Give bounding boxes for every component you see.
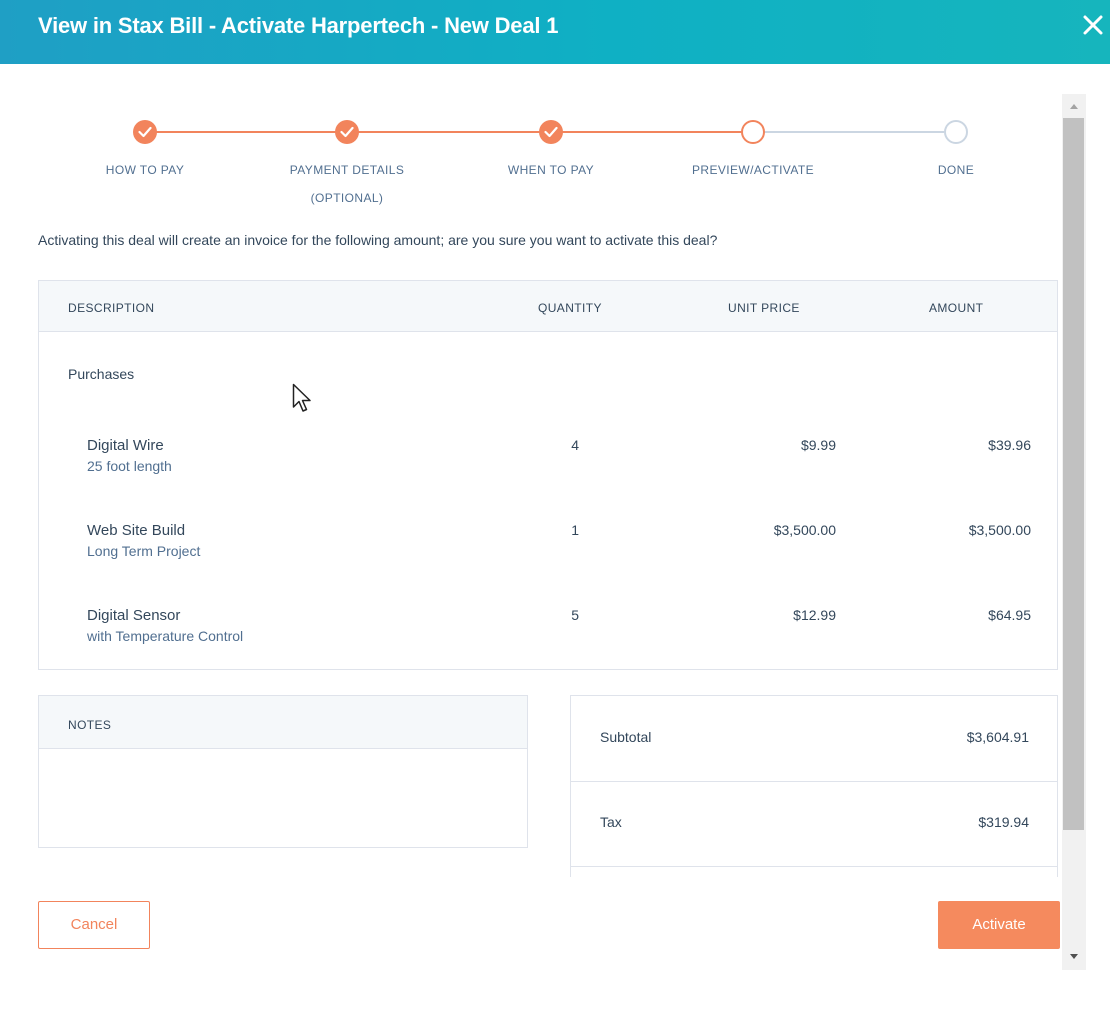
invoice-items-table: DESCRIPTION QUANTITY UNIT PRICE AMOUNT P… [38, 280, 1058, 670]
tax-value: $319.94 [978, 814, 1029, 830]
cancel-button[interactable]: Cancel [38, 901, 150, 949]
item-amount: $39.96 [988, 437, 1031, 453]
tax-label: Tax [600, 814, 622, 830]
checkmark-icon [544, 126, 558, 138]
checkmark-icon [138, 126, 152, 138]
step-1-dot [133, 120, 157, 144]
close-icon[interactable] [1081, 13, 1105, 37]
scroll-up-arrow-icon[interactable] [1062, 96, 1086, 116]
item-quantity: 5 [571, 607, 579, 623]
mouse-pointer-icon [292, 383, 314, 420]
item-unit-price: $9.99 [800, 437, 836, 453]
step-4-label: PREVIEW/ACTIVATE [692, 163, 814, 177]
column-header-unit-price: UNIT PRICE [728, 301, 800, 315]
item-name: Web Site Build [87, 522, 186, 539]
item-description: Long Term Project [87, 543, 201, 559]
item-name: Digital Sensor [87, 607, 181, 624]
subtotal-value: $3,604.91 [966, 729, 1029, 745]
step-3-label: WHEN TO PAY [507, 163, 595, 177]
item-unit-price: $3,500.00 [773, 522, 836, 538]
step-4-dot [741, 120, 765, 144]
table-header: DESCRIPTION QUANTITY UNIT PRICE AMOUNT [39, 281, 1057, 332]
item-quantity: 4 [571, 437, 579, 453]
group-label-purchases: Purchases [68, 366, 135, 382]
step-3-dot [539, 120, 563, 144]
subtotal-row: Subtotal $3,604.91 [571, 696, 1057, 782]
checkmark-icon [340, 126, 354, 138]
step-5-label: DONE [937, 163, 975, 177]
modal-header: View in Stax Bill - Activate Harpertech … [0, 0, 1110, 64]
table-row: Digital Sensor with Temperature Control … [39, 607, 1057, 667]
item-unit-price: $12.99 [793, 607, 836, 623]
step-5-dot [944, 120, 968, 144]
stepper-line-pending [764, 131, 944, 133]
column-header-quantity: QUANTITY [538, 301, 602, 315]
stepper-line-complete [156, 131, 754, 133]
step-2-label: PAYMENT DETAILS (OPTIONAL) [289, 163, 405, 205]
item-description: with Temperature Control [87, 628, 244, 644]
step-1-label: HOW TO PAY [105, 163, 185, 177]
activate-button[interactable]: Activate [938, 901, 1060, 949]
scroll-down-arrow-icon[interactable] [1062, 946, 1086, 966]
item-quantity: 1 [571, 522, 579, 538]
column-header-amount: AMOUNT [929, 301, 984, 315]
column-header-description: DESCRIPTION [68, 301, 155, 315]
item-name: Digital Wire [87, 437, 164, 454]
notes-label: NOTES [68, 718, 112, 732]
table-row: Web Site Build Long Term Project 1 $3,50… [39, 522, 1057, 582]
table-row: Digital Wire 25 foot length 4 $9.99 $39.… [39, 437, 1057, 497]
scrollbar-thumb[interactable] [1063, 118, 1084, 830]
item-description: 25 foot length [87, 458, 172, 474]
activation-confirmation-text: Activating this deal will create an invo… [38, 232, 718, 248]
subtotal-label: Subtotal [600, 729, 652, 745]
tax-row: Tax $319.94 [571, 781, 1057, 867]
step-2-dot [335, 120, 359, 144]
totals-panel: Subtotal $3,604.91 Tax $319.94 [570, 695, 1058, 877]
notes-header: NOTES [39, 696, 527, 749]
modal-title: View in Stax Bill - Activate Harpertech … [38, 13, 559, 38]
item-amount: $64.95 [988, 607, 1031, 623]
item-amount: $3,500.00 [968, 522, 1031, 538]
notes-panel: NOTES [38, 695, 528, 848]
